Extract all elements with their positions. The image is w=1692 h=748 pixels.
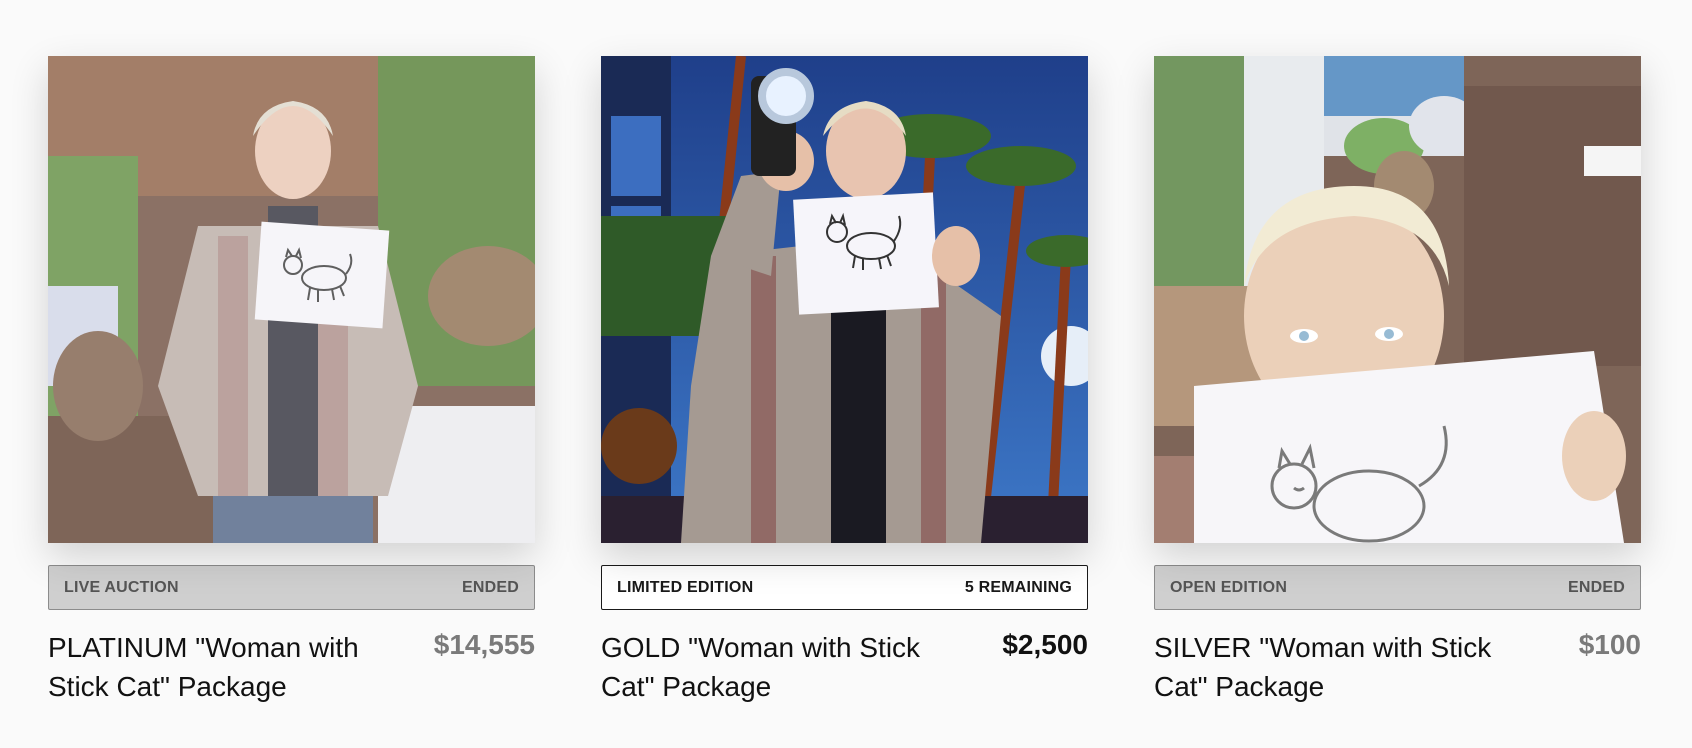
card-info: PLATINUM "Woman with Stick Cat" Package …	[48, 628, 535, 706]
card-price: $14,555	[433, 629, 535, 660]
card-info: GOLD "Woman with Stick Cat" Package $2,5…	[601, 628, 1088, 706]
status-bar: LIMITED EDITION 5 REMAINING	[601, 565, 1088, 610]
ellen-selfie-stick-cat-photo	[601, 56, 1088, 543]
card-info: SILVER "Woman with Stick Cat" Package $1…	[1154, 628, 1641, 706]
ellen-stick-cat-photo	[48, 56, 535, 543]
ellen-peek-stick-cat-photo	[1154, 56, 1641, 543]
nft-image-platinum[interactable]	[48, 56, 535, 543]
edition-label: OPEN EDITION	[1170, 578, 1288, 596]
status-bar: OPEN EDITION ENDED	[1154, 565, 1641, 610]
nft-image-gold[interactable]	[601, 56, 1088, 543]
card-title[interactable]: GOLD "Woman with Stick Cat" Package	[601, 628, 966, 706]
card-title[interactable]: PLATINUM "Woman with Stick Cat" Package	[48, 628, 413, 706]
status-label: 5 REMAINING	[964, 578, 1072, 596]
nft-image-silver[interactable]	[1154, 56, 1641, 543]
nft-card-silver[interactable]: OPEN EDITION ENDED SILVER "Woman with St…	[1154, 56, 1641, 706]
card-title[interactable]: SILVER "Woman with Stick Cat" Package	[1154, 628, 1519, 706]
status-label: ENDED	[461, 578, 519, 596]
edition-label: LIVE AUCTION	[64, 578, 179, 596]
nft-card-platinum[interactable]: LIVE AUCTION ENDED PLATINUM "Woman with …	[48, 56, 535, 706]
card-price: $100	[1578, 629, 1641, 660]
status-label: ENDED	[1567, 578, 1625, 596]
status-bar: LIVE AUCTION ENDED	[48, 565, 535, 610]
card-price: $2,500	[1002, 629, 1088, 660]
nft-card-gold[interactable]: LIMITED EDITION 5 REMAINING GOLD "Woman …	[601, 56, 1088, 706]
edition-label: LIMITED EDITION	[617, 578, 754, 596]
nft-card-grid: LIVE AUCTION ENDED PLATINUM "Woman with …	[48, 56, 1641, 706]
